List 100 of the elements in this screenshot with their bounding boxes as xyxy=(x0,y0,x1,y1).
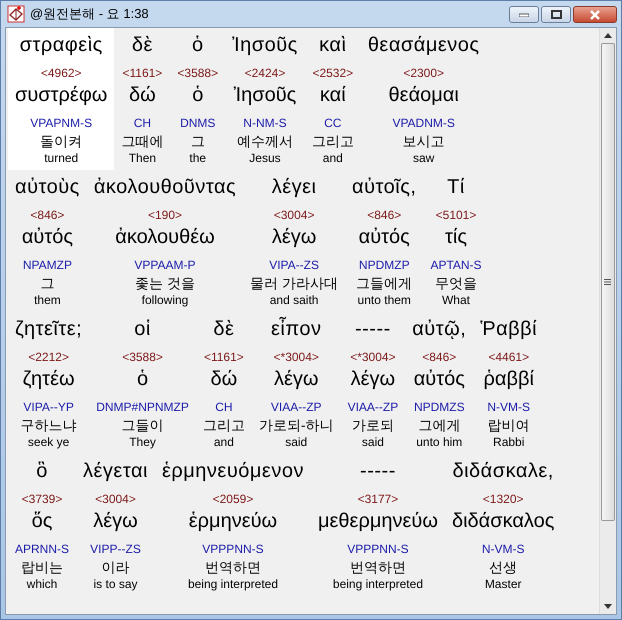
korean-gloss: 좇는 것을 xyxy=(135,274,195,292)
strong-number: <3177> xyxy=(358,491,398,508)
parsing-code: VPADNM-S xyxy=(392,115,455,132)
word-column[interactable]: θεασάμενος <2300> θεάομαι VPADNM-S 보시고 saw xyxy=(360,28,487,170)
word-column[interactable]: ζητεῖτε; <2212> ζητέω VIPA--YP 구하느냐 seek ye xyxy=(8,312,90,454)
lemma-word: μεθερμηνεύω xyxy=(318,509,438,534)
word-column[interactable]: αὐτῷ, <846> αὐτός NPDMZS 그에게 unto him xyxy=(405,312,474,454)
parsing-code: VPAPNM-S xyxy=(30,115,92,132)
scroll-up-icon[interactable] xyxy=(604,33,612,38)
english-gloss: saw xyxy=(413,150,434,166)
word-column[interactable]: εἶπον <*3004> λέγω VIAA--ZP 가로되-하니 said xyxy=(252,312,341,454)
lemma-word: ῥαββί xyxy=(484,367,534,392)
english-gloss: being interpreted xyxy=(332,576,423,592)
greek-word: δὲ xyxy=(132,33,153,58)
english-gloss: the xyxy=(189,150,206,166)
word-column[interactable]: ----- <*3004> λέγω VIAA--ZP 가로되 said xyxy=(340,312,406,454)
word-column[interactable]: Ἰησοῦς <2424> Ἰησοῦς N-NM-S 예수께서 Jesus xyxy=(225,28,305,170)
greek-word: θεασάμενος xyxy=(368,33,480,58)
parsing-code: VPPPNN-S xyxy=(202,541,264,558)
word-column[interactable]: δὲ <1161> δώ CH 그때에 Then xyxy=(114,28,170,170)
korean-gloss: 예수께서 xyxy=(236,132,293,150)
parsing-code: NPAMZP xyxy=(22,257,72,274)
parsing-code: VIPA--YP xyxy=(23,399,74,416)
greek-word: αὐτοῖς, xyxy=(352,175,416,200)
strong-number: <3588> xyxy=(122,349,163,366)
korean-gloss: 랍비는 xyxy=(21,558,63,576)
strong-number: <3739> xyxy=(22,491,62,508)
english-gloss: said xyxy=(285,434,308,450)
lemma-word: ὁ xyxy=(192,83,204,108)
strong-number: <2424> xyxy=(244,65,286,82)
word-column[interactable]: Ῥαββί <4461> ῥαββί N-VM-S 랍비여 Rabbi xyxy=(473,312,544,454)
word-column[interactable]: ἀκολουθοῦντας <190> ἀκολουθέω VPPAAM-P 좇는 것을 following xyxy=(86,170,244,312)
lemma-word: ἀκολουθέω xyxy=(115,225,215,250)
word-column[interactable]: διδάσκαλε, <1320> διδάσκαλος N-VM-S 선생 Master xyxy=(444,454,562,596)
lemma-word: συστρέφω xyxy=(15,83,108,108)
scroll-thumb[interactable] xyxy=(600,43,614,522)
lemma-word: καί xyxy=(320,83,346,108)
greek-word: ζητεῖτε; xyxy=(15,317,82,342)
lemma-word: ἑρμηνεύω xyxy=(188,509,278,534)
word-column[interactable]: καὶ <2532> καί CC 그리고 and xyxy=(304,28,361,170)
word-column[interactable]: ----- <3177> μεθερμηνεύω VPPPNN-S 번역하면 being interpreted xyxy=(310,454,445,596)
maximize-button[interactable] xyxy=(541,6,571,23)
word-column[interactable]: δὲ <1161> δώ CH 그리고 and xyxy=(196,312,252,454)
parsing-code: DNMS xyxy=(180,115,216,132)
parsing-code: CH xyxy=(134,115,152,132)
korean-gloss: 랍비여 xyxy=(488,416,530,434)
lemma-word: Ἰησοῦς xyxy=(234,83,296,108)
word-column[interactable]: οἱ <3588> ὁ DNMP#NPNMZP 그들이 They xyxy=(89,312,196,454)
lemma-word: λέγω xyxy=(272,225,316,250)
word-column[interactable]: ὃ <3739> ὅς APRNN-S 랍비는 which xyxy=(8,454,76,596)
strong-number: <2532> xyxy=(312,65,354,82)
word-column[interactable]: Τί <5101> τίς APTAN-S 무엇을 What xyxy=(423,170,489,312)
minimize-button[interactable] xyxy=(509,6,539,23)
word-column[interactable]: ὁ <3588> ὁ DNMS 그 the xyxy=(170,28,226,170)
korean-gloss: 그들에게 xyxy=(356,274,412,292)
strong-number: <846> xyxy=(367,207,402,224)
korean-gloss: 그리고 xyxy=(202,416,245,434)
greek-word: Τί xyxy=(447,175,465,200)
greek-word: ἑρμηνευόμενον xyxy=(162,459,304,484)
korean-gloss: 보시고 xyxy=(402,132,445,150)
word-column[interactable]: αὐτοῖς, <846> αὐτός NPDMZP 그들에게 unto them xyxy=(345,170,424,312)
korean-gloss: 그에게 xyxy=(418,416,460,434)
lemma-word: τίς xyxy=(445,225,467,250)
korean-gloss: 그 xyxy=(190,132,205,150)
word-column[interactable]: λέγεται <3004> λέγω VIPP--ZS 이라 is to say xyxy=(76,454,155,596)
greek-word: διδάσκαλε, xyxy=(452,459,554,484)
parsing-code: CH xyxy=(215,399,233,416)
korean-gloss: 물러 가라사대 xyxy=(250,274,338,292)
strong-number: <1320> xyxy=(482,491,524,508)
parsing-code: APTAN-S xyxy=(430,257,482,274)
greek-word: ----- xyxy=(360,459,396,484)
strong-number: <3004> xyxy=(274,207,314,224)
parsing-code: NPDMZP xyxy=(358,257,410,274)
strong-number: <846> xyxy=(422,349,456,366)
strong-number: <*3004> xyxy=(274,349,319,366)
close-icon xyxy=(589,10,601,20)
greek-word: ----- xyxy=(354,317,391,342)
close-button[interactable] xyxy=(573,6,617,23)
greek-word: ἀκολουθοῦντας xyxy=(94,175,236,200)
english-gloss: and xyxy=(214,434,234,450)
english-gloss: turned xyxy=(44,150,78,166)
word-column[interactable]: ἑρμηνευόμενον <2059> ἑρμηνεύω VPPPNN-S 번역하면 being interpreted xyxy=(154,454,311,596)
grip-icon xyxy=(604,279,611,286)
lemma-word: αὐτός xyxy=(22,225,73,250)
english-gloss: unto them xyxy=(358,292,411,308)
scroll-down-icon[interactable] xyxy=(604,604,612,609)
strong-number: <190> xyxy=(148,207,182,224)
english-gloss: What xyxy=(442,292,470,308)
greek-word: εἶπον xyxy=(270,316,322,342)
lemma-word: αὐτός xyxy=(414,367,465,392)
parsing-code: VIAA--ZP xyxy=(348,399,398,416)
parsing-code: VPPAAM-P xyxy=(134,257,196,274)
word-column[interactable]: αὐτοὺς <846> αὐτός NPAMZP 그 them xyxy=(8,170,87,312)
lemma-word: ζητέω xyxy=(22,367,75,392)
word-column[interactable]: λέγει <3004> λέγω VIPA--ZS 물러 가라사대 and saith xyxy=(243,170,346,312)
parsing-code: NPDMZS xyxy=(414,399,465,416)
scrollbar[interactable] xyxy=(599,28,616,614)
greek-word: αὐτοὺς xyxy=(15,175,80,200)
word-column[interactable]: στραφεὶς <4962> συστρέφω VPAPNM-S 돌이켜 turned xyxy=(8,28,114,170)
english-gloss: being interpreted xyxy=(188,576,278,592)
